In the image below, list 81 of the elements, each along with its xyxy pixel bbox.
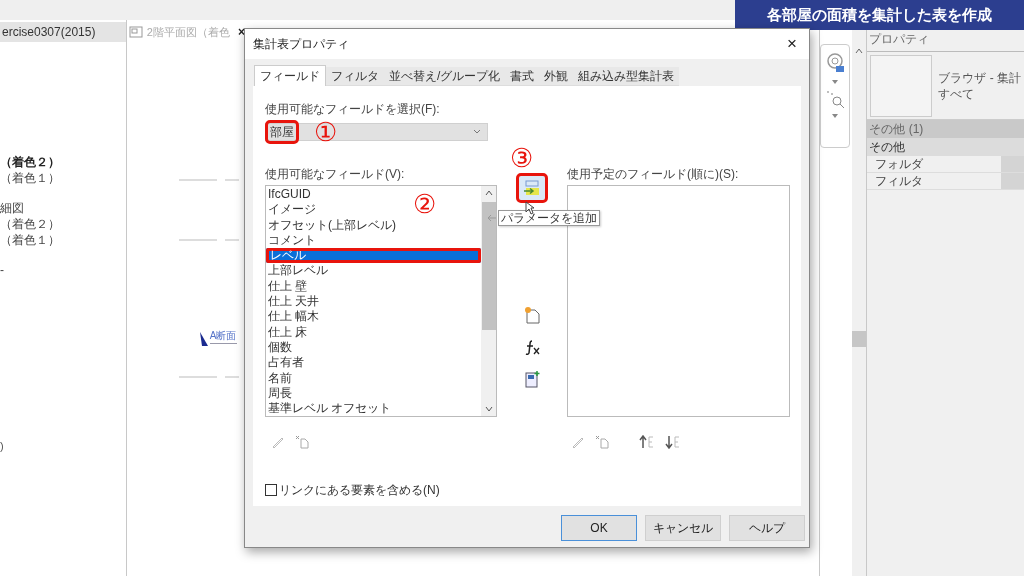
tree-item[interactable]: （着色２）: [0, 154, 126, 170]
steering-wheel-icon: [825, 51, 846, 75]
browser-tab[interactable]: ercise0307(2015): [0, 22, 126, 42]
dialog-button[interactable]: キャンセル: [645, 515, 721, 541]
section-mark-icon: [198, 330, 209, 348]
scrollbar-thumb[interactable]: [481, 202, 496, 330]
move-down-icon: [665, 435, 681, 449]
list-item[interactable]: 周長: [266, 385, 294, 402]
close-icon[interactable]: ×: [237, 23, 245, 41]
scroll-down-icon: [484, 406, 493, 412]
chevron-down-icon: [473, 129, 481, 135]
cursor-icon: [525, 201, 535, 215]
tooltip: パラメータを追加: [497, 210, 600, 226]
dialog-button[interactable]: ヘルプ: [729, 515, 805, 541]
scroll-up-icon: [484, 190, 493, 196]
delete-icon: [295, 435, 309, 449]
list-item[interactable]: 基準レベル オフセット: [266, 401, 394, 417]
field-label: 使用予定のフィールド(順に)(S):: [567, 166, 739, 179]
type-preview: [870, 54, 933, 117]
list-item[interactable]: 仕上 壁: [266, 278, 310, 295]
close-button[interactable]: ×: [783, 31, 801, 57]
checkbox[interactable]: [265, 484, 277, 496]
new-parameter-icon: [523, 306, 541, 324]
list-item[interactable]: 占有者: [266, 355, 306, 371]
dashed-line: [178, 375, 239, 379]
type-name: ブラウザ - 集計: [938, 69, 1021, 86]
tree-item[interactable]: （着色１）: [0, 232, 126, 248]
pencil-icon: [271, 435, 285, 449]
banner-title: 各部屋の面積を集計した表を作成: [767, 4, 992, 25]
arrow-left-icon: [486, 214, 497, 222]
calculator-icon: [523, 370, 541, 388]
caret-icon: [831, 79, 840, 85]
tab[interactable]: フィルタ: [326, 67, 384, 86]
section-header: その他: [867, 138, 1024, 156]
tree-item[interactable]: （着色１）: [0, 170, 126, 186]
property-value[interactable]: [1001, 173, 1024, 189]
list-item[interactable]: IfcGUID: [266, 187, 313, 203]
view-icon: [128, 25, 143, 39]
add-field-icon: [523, 180, 541, 196]
tab[interactable]: フィールド: [254, 65, 326, 86]
checkbox-label: リンクにある要素を含める(N): [279, 482, 440, 499]
category-dropdown[interactable]: 部屋 ①: [265, 123, 488, 141]
pencil-icon: [571, 435, 585, 449]
type-name: すべて: [938, 85, 976, 102]
property-value[interactable]: [1001, 156, 1024, 172]
field-label: 使用可能なフィールドを選択(F):: [265, 101, 440, 118]
list-item[interactable]: 上部レベル: [266, 263, 330, 279]
list-item[interactable]: オフセット(上部レベル): [266, 217, 398, 233]
formula-icon: [523, 338, 541, 356]
move-up-icon: [639, 435, 655, 449]
tab[interactable]: 書式: [505, 67, 540, 86]
tree-item[interactable]: -: [0, 262, 126, 278]
list-item[interactable]: コメント: [266, 232, 318, 249]
step-number: ②: [413, 189, 436, 219]
add-parameter-button[interactable]: [519, 176, 545, 200]
list-item[interactable]: 仕上 床: [266, 324, 310, 340]
tree-item[interactable]: 細図: [0, 200, 126, 216]
step-number: ③: [510, 143, 533, 173]
group-header[interactable]: その他 (1): [867, 120, 1024, 138]
field-label: 使用可能なフィールド(V):: [265, 166, 405, 179]
list-item[interactable]: レベル: [266, 248, 481, 264]
tab[interactable]: 並べ替え/グループ化: [384, 67, 506, 86]
scroll-up-icon: [855, 48, 864, 54]
list-item[interactable]: 仕上 天井: [266, 294, 322, 310]
dialog-title: 集計表プロパティ: [253, 36, 349, 53]
caret-icon: [831, 113, 840, 119]
dashed-line: [178, 178, 239, 182]
dialog-button[interactable]: OK: [561, 515, 637, 541]
tab[interactable]: 組み込み型集計表: [573, 67, 680, 86]
tree-item[interactable]: ): [0, 438, 4, 455]
list-item[interactable]: 名前: [266, 370, 294, 386]
section-label: A断面: [209, 328, 237, 344]
dashed-line: [178, 238, 239, 242]
list-item[interactable]: 仕上 幅木: [266, 309, 322, 325]
zoom-icon: [825, 89, 846, 109]
list-item[interactable]: イメージ: [266, 202, 318, 218]
scrollbar-thumb[interactable]: [852, 331, 867, 347]
list-item[interactable]: 個数: [266, 339, 294, 356]
delete-icon: [595, 435, 609, 449]
tree-item[interactable]: （着色２）: [0, 216, 126, 232]
tab[interactable]: 外観: [539, 67, 574, 86]
